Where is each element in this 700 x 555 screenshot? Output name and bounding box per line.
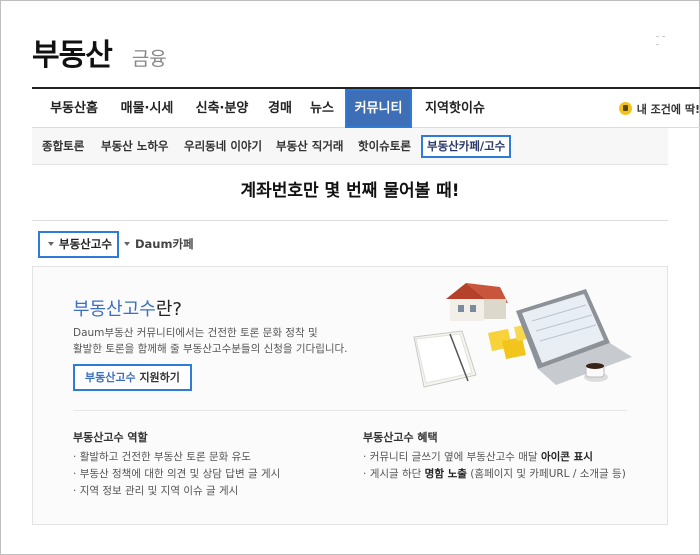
house-icon (446, 283, 508, 321)
expert-info-panel: 부동산고수란? Daum부동산 커뮤니티에서는 건전한 토론 문화 정착 및 활… (32, 266, 668, 525)
benefit-item: · 게시글 하단 명함 노출 (홈페이지 및 카페URL / 소개글 등) (363, 468, 626, 480)
nav-item-local-issues[interactable]: 지역핫이슈 (417, 89, 493, 128)
caret-down-icon (124, 242, 130, 246)
nav-item-presale[interactable]: 신축·분양 (186, 89, 258, 128)
site-header: 부동산 금융 (32, 30, 167, 73)
page-banner: 계좌번호만 몇 번째 물어볼 때! (240, 181, 460, 201)
laptop-icon (516, 289, 632, 385)
nav-item-listings[interactable]: 매물·시세 (111, 89, 183, 128)
tab-real-estate-expert[interactable]: 부동산고수 (38, 231, 119, 258)
subnav-item-discussion[interactable]: 종합토론 (42, 128, 84, 165)
nav-item-home[interactable]: 부동산홈 (42, 89, 106, 128)
benefit-item: · 커뮤니티 글쓰기 옆에 부동산고수 매달 아이콘 표시 (363, 451, 593, 463)
subnav-item-neighborhood[interactable]: 우리동네 이야기 (184, 128, 262, 165)
benefit-title: 부동산고수 혜택 (363, 431, 438, 444)
role-item: · 지역 정보 관리 및 지역 이슈 글 게시 (73, 485, 239, 497)
panel-title-blue: 부동산고수 (73, 299, 156, 320)
role-item: · 활발하고 건전한 부동산 토론 문화 유도 (73, 451, 251, 463)
panel-title-suffix: 란? (155, 299, 182, 320)
main-nav: 부동산홈 매물·시세 신축·분양 경매 뉴스 커뮤니티 지역핫이슈 내 조건에 … (32, 87, 700, 128)
tab-label: 부동산고수 (59, 237, 112, 251)
nav-item-community[interactable]: 커뮤니티 (345, 89, 412, 128)
sub-nav: 종합토론 부동산 노하우 우리동네 이야기 부동산 직거래 핫이슈토론 부동산카… (32, 128, 668, 165)
panel-description-1: Daum부동산 커뮤니티에서는 건전한 토론 문화 정착 및 (73, 327, 318, 339)
subnav-item-cafe-expert[interactable]: 부동산카페/고수 (421, 135, 512, 158)
finance-link[interactable]: 금융 (132, 44, 167, 71)
role-item: · 부동산 정책에 대한 의견 및 상담 답변 글 게시 (73, 468, 281, 480)
desk-illustration (413, 283, 632, 388)
lightbulb-icon (618, 102, 632, 115)
site-logo[interactable]: 부동산 (32, 30, 113, 74)
panel-title: 부동산고수란? (73, 295, 182, 321)
caret-down-icon (48, 242, 54, 246)
notebook-icon (413, 330, 477, 388)
subnav-item-hot-issue[interactable]: 핫이슈토론 (358, 128, 411, 165)
nav-item-auction[interactable]: 경매 (260, 89, 300, 128)
apply-button-blue: 부동산고수 (85, 371, 136, 384)
my-conditions-label: 내 조건에 딱! (636, 103, 700, 116)
my-conditions-link[interactable]: 내 조건에 딱! (618, 101, 700, 117)
panel-divider (73, 410, 627, 411)
decorative-marks (656, 36, 670, 50)
apply-button-suffix: 지원하기 (135, 371, 180, 384)
divider (32, 220, 668, 221)
role-title: 부동산고수 역할 (73, 431, 148, 444)
subnav-item-direct-deal[interactable]: 부동산 직거래 (276, 128, 343, 165)
nav-item-news[interactable]: 뉴스 (302, 89, 342, 128)
tab-daum-cafe[interactable]: Daum카페 (124, 231, 194, 258)
subnav-item-knowhow[interactable]: 부동산 노하우 (101, 128, 168, 165)
panel-description-2: 활발한 토론을 함께해 줄 부동산고수분들의 신청을 기다립니다. (73, 343, 348, 355)
tab-label: Daum카페 (135, 237, 194, 251)
apply-expert-button[interactable]: 부동산고수 지원하기 (73, 364, 192, 391)
